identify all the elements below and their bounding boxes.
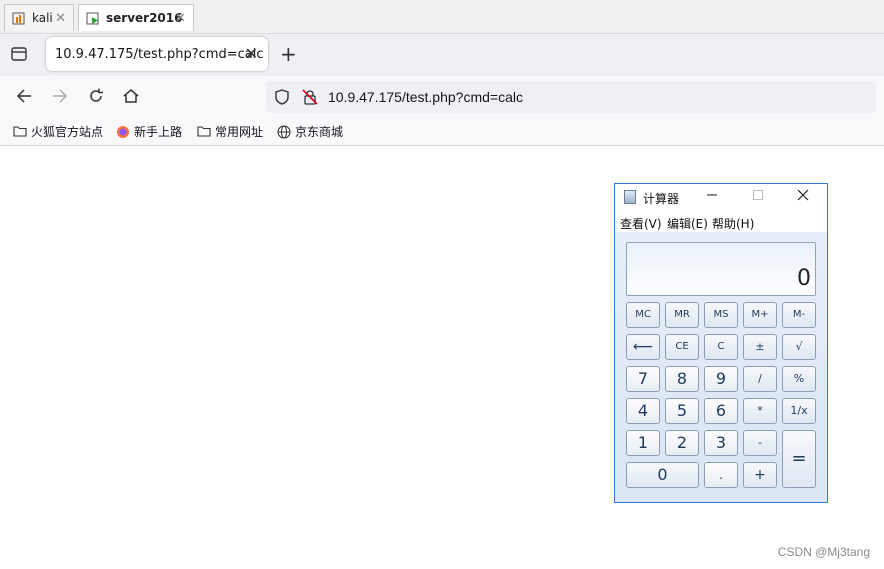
vm-tab-strip: kali ✕ server2016 ✕ — [0, 0, 884, 34]
vm-tab-server2016[interactable]: server2016 ✕ — [78, 4, 194, 31]
bookmarks-toolbar: 火狐官方站点 新手上路 常用网址 京东商城 — [0, 118, 884, 144]
bookmark-item[interactable]: 火狐官方站点 — [13, 122, 103, 140]
bookmark-item[interactable]: 新手上路 — [116, 122, 182, 140]
key-8[interactable]: 8 — [665, 366, 699, 392]
calculator-icon — [624, 190, 636, 204]
reload-icon[interactable] — [85, 85, 107, 107]
display-value: 0 — [797, 266, 811, 291]
new-tab-icon[interactable]: + — [280, 42, 297, 66]
window-title: 计算器 — [643, 192, 680, 206]
key-decimal[interactable]: . — [704, 462, 738, 488]
watermark: CSDN @Mj3tang — [777, 545, 870, 559]
bookmark-label: 京东商城 — [295, 124, 344, 139]
maximize-button[interactable] — [743, 186, 773, 208]
key-5[interactable]: 5 — [665, 398, 699, 424]
key-backspace[interactable]: ⟵ — [626, 334, 660, 360]
calculator-display: 0 — [626, 242, 816, 296]
key-mc[interactable]: MC — [626, 302, 660, 328]
browser-tab-strip: 10.9.47.175/test.php?cmd=calc ✕ + — [0, 34, 884, 76]
calculator-body: 0 MC MR MS M+ M- ⟵ CE C ± √ 7 8 9 / % 4 … — [615, 232, 827, 502]
list-all-tabs-icon[interactable] — [11, 46, 27, 61]
url-text: 10.9.47.175/test.php?cmd=calc — [328, 89, 523, 105]
key-plus-minus[interactable]: ± — [743, 334, 777, 360]
key-ce[interactable]: CE — [665, 334, 699, 360]
key-equals[interactable]: = — [782, 430, 816, 488]
key-2[interactable]: 2 — [665, 430, 699, 456]
vm-tab-kali[interactable]: kali ✕ — [4, 4, 74, 31]
key-plus[interactable]: + — [743, 462, 777, 488]
key-divide[interactable]: / — [743, 366, 777, 392]
key-reciprocal[interactable]: 1/x — [782, 398, 816, 424]
vm-running-icon — [86, 11, 100, 25]
key-mplus[interactable]: M+ — [743, 302, 777, 328]
close-icon[interactable]: ✕ — [175, 11, 186, 26]
key-7[interactable]: 7 — [626, 366, 660, 392]
bookmark-label: 新手上路 — [134, 124, 183, 139]
key-0[interactable]: 0 — [626, 462, 699, 488]
forward-icon[interactable] — [49, 85, 71, 107]
firefox-icon — [116, 125, 130, 138]
key-c[interactable]: C — [704, 334, 738, 360]
key-mr[interactable]: MR — [665, 302, 699, 328]
key-percent[interactable]: % — [782, 366, 816, 392]
home-icon[interactable] — [120, 85, 142, 107]
browser-chrome: 10.9.47.175/test.php?cmd=calc ✕ + 10.9.4… — [0, 34, 884, 146]
folder-icon — [13, 125, 27, 137]
url-bar[interactable]: 10.9.47.175/test.php?cmd=calc — [266, 81, 876, 113]
browser-tab[interactable]: 10.9.47.175/test.php?cmd=calc ✕ — [46, 37, 268, 71]
vm-tab-label: kali — [32, 11, 53, 25]
close-tab-icon[interactable]: ✕ — [245, 44, 258, 63]
key-3[interactable]: 3 — [704, 430, 738, 456]
key-1[interactable]: 1 — [626, 430, 660, 456]
close-icon[interactable]: ✕ — [55, 11, 66, 26]
nav-bar: 10.9.47.175/test.php?cmd=calc — [0, 76, 884, 116]
minimize-button[interactable] — [697, 186, 727, 208]
key-multiply[interactable]: * — [743, 398, 777, 424]
globe-icon — [277, 125, 291, 139]
calculator-window: 计算器 查看(V) 编辑(E) 帮助(H) 0 MC MR MS M+ M- ⟵… — [614, 183, 828, 503]
bookmark-label: 火狐官方站点 — [31, 124, 104, 139]
key-4[interactable]: 4 — [626, 398, 660, 424]
calculator-menu-bar: 查看(V) 编辑(E) 帮助(H) — [615, 212, 827, 232]
tracking-protection-icon[interactable] — [274, 89, 290, 109]
back-icon[interactable] — [13, 85, 35, 107]
menu-view[interactable]: 查看(V) — [620, 215, 662, 232]
insecure-lock-icon[interactable] — [302, 89, 318, 109]
calculator-title-bar[interactable]: 计算器 — [615, 184, 827, 212]
key-ms[interactable]: MS — [704, 302, 738, 328]
bookmark-label: 常用网址 — [215, 124, 264, 139]
key-9[interactable]: 9 — [704, 366, 738, 392]
key-6[interactable]: 6 — [704, 398, 738, 424]
bookmark-item[interactable]: 常用网址 — [197, 122, 263, 140]
close-button[interactable] — [788, 186, 818, 208]
bookmark-item[interactable]: 京东商城 — [277, 122, 343, 140]
vm-icon — [12, 11, 26, 25]
key-sqrt[interactable]: √ — [782, 334, 816, 360]
key-minus[interactable]: - — [743, 430, 777, 456]
browser-tab-title: 10.9.47.175/test.php?cmd=calc — [55, 46, 264, 62]
key-mminus[interactable]: M- — [782, 302, 816, 328]
folder-icon — [197, 125, 211, 137]
menu-edit[interactable]: 编辑(E) — [667, 215, 708, 232]
vm-tab-label: server2016 — [106, 11, 183, 25]
menu-help[interactable]: 帮助(H) — [712, 215, 754, 232]
